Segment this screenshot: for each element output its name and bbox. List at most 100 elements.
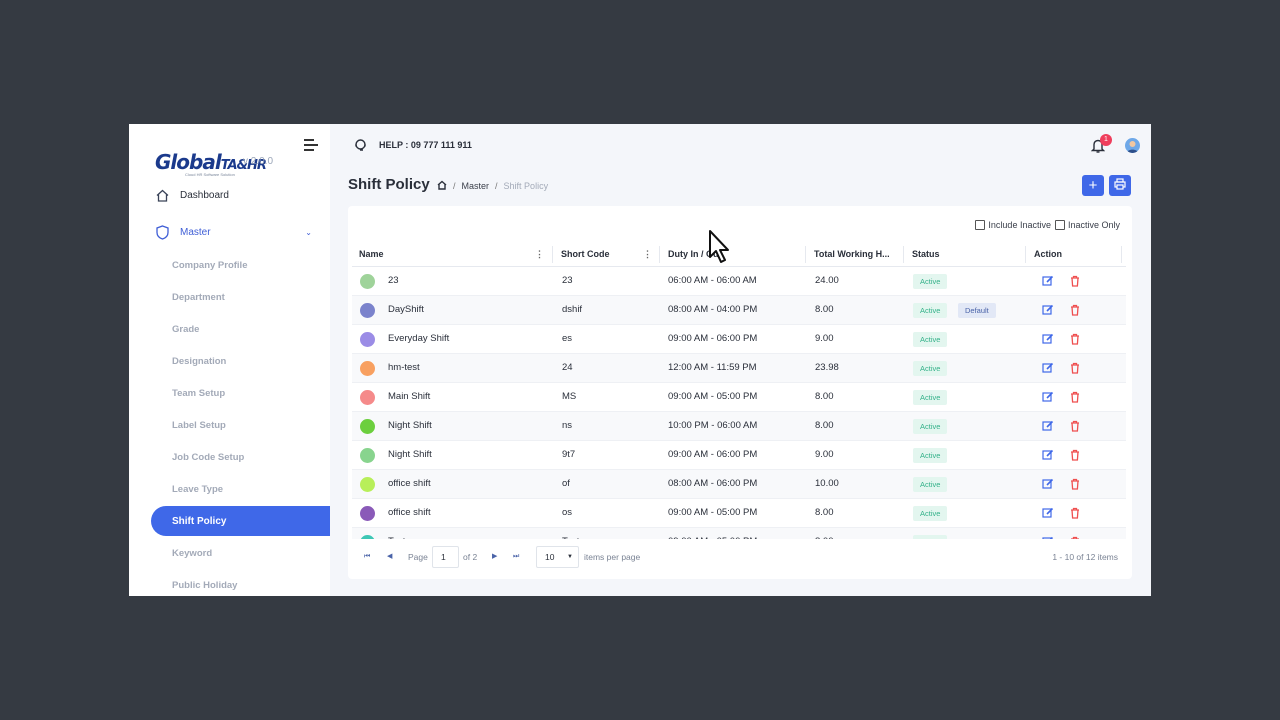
sidebar-item-leave-type[interactable]: Leave Type xyxy=(129,474,330,504)
shift-code: es xyxy=(562,333,573,344)
shift-color-swatch xyxy=(360,477,375,492)
shift-code: 9t7 xyxy=(562,449,576,460)
column-header-short-code[interactable]: Short Code ⋮ xyxy=(554,242,660,267)
status-badge: Active xyxy=(913,419,948,434)
table-row[interactable]: 23 23 06:00 AM - 06:00 AM 24.00 Active xyxy=(352,267,1126,296)
delete-icon[interactable] xyxy=(1069,391,1081,403)
delete-icon[interactable] xyxy=(1069,275,1081,287)
table-row[interactable]: Night Shift ns 10:00 PM - 06:00 AM 8.00 Acti… xyxy=(352,412,1126,441)
column-menu-icon[interactable]: ⋮ xyxy=(643,242,652,267)
column-header-duty[interactable]: Duty In / Out xyxy=(661,242,806,267)
edit-icon[interactable] xyxy=(1042,478,1054,490)
edit-icon[interactable] xyxy=(1042,507,1054,519)
edit-icon[interactable] xyxy=(1042,333,1054,345)
menu-toggle-icon[interactable] xyxy=(304,139,318,151)
table-row[interactable]: DayShift dshif 08:00 AM - 04:00 PM 8.00 Acti… xyxy=(352,296,1126,325)
page-total: of 2 xyxy=(463,552,478,562)
table-body: 23 23 06:00 AM - 06:00 AM 24.00 Active DayShi… xyxy=(352,267,1126,539)
edit-icon[interactable] xyxy=(1042,304,1054,316)
shift-name: Main Shift xyxy=(388,391,431,402)
last-page-icon[interactable]: ⏭ xyxy=(513,543,519,571)
column-menu-icon[interactable]: ⋮ xyxy=(535,242,544,267)
shift-name: office shift xyxy=(388,507,431,518)
table-row[interactable]: Night Shift 9t7 09:00 AM - 06:00 PM 9.00 Act… xyxy=(352,441,1126,470)
table-row[interactable]: office shift os 09:00 AM - 05:00 PM 8.00 Act… xyxy=(352,499,1126,528)
include-inactive-checkbox[interactable]: Include Inactive xyxy=(975,220,1051,230)
breadcrumb-master[interactable]: Master xyxy=(462,181,490,191)
shift-duty: 09:00 AM - 06:00 PM xyxy=(668,449,758,460)
edit-icon[interactable] xyxy=(1042,449,1054,461)
help-line: HELP : 09 777 111 911 xyxy=(354,138,472,151)
status-badge: Active xyxy=(913,477,948,492)
shift-duty: 06:00 AM - 06:00 AM xyxy=(668,275,757,286)
delete-icon[interactable] xyxy=(1069,449,1081,461)
sidebar-item-company-profile[interactable]: Company Profile xyxy=(129,250,330,280)
avatar[interactable] xyxy=(1125,138,1140,153)
edit-icon[interactable] xyxy=(1042,391,1054,403)
shift-code: MS xyxy=(562,391,577,402)
sidebar-item-shift-policy[interactable]: Shift Policy xyxy=(151,506,330,536)
shift-code: dshif xyxy=(562,304,583,315)
sidebar-item-department[interactable]: Department xyxy=(129,282,330,312)
table-row[interactable]: hm-test 24 12:00 AM - 11:59 PM 23.98 Active xyxy=(352,354,1126,383)
shift-color-swatch xyxy=(360,390,375,405)
page-size-select[interactable]: 10 ▼ xyxy=(536,546,579,568)
shift-color-swatch xyxy=(360,361,375,376)
edit-icon[interactable] xyxy=(1042,275,1054,287)
sidebar-item-public-holiday[interactable]: Public Holiday xyxy=(129,570,330,596)
table-row[interactable]: Everyday Shift es 09:00 AM - 06:00 PM 9.00 A… xyxy=(352,325,1126,354)
plus-icon: + xyxy=(1088,177,1098,194)
inactive-only-checkbox[interactable]: Inactive Only xyxy=(1054,220,1120,230)
shift-duty: 10:00 PM - 06:00 AM xyxy=(668,420,758,431)
delete-icon[interactable] xyxy=(1069,333,1081,345)
delete-icon[interactable] xyxy=(1069,420,1081,432)
next-page-icon[interactable]: ▶ xyxy=(492,543,497,571)
sidebar-item-label: Leave Type xyxy=(172,483,224,495)
shift-name: Night Shift xyxy=(388,449,432,460)
sidebar-item-keyword[interactable]: Keyword xyxy=(129,538,330,568)
sidebar-item-job-code-setup[interactable]: Job Code Setup xyxy=(129,442,330,472)
sidebar-item-designation[interactable]: Designation xyxy=(129,346,330,376)
sidebar-item-label-setup[interactable]: Label Setup xyxy=(129,410,330,440)
edit-icon[interactable] xyxy=(1042,420,1054,432)
sidebar-item-dashboard[interactable]: Dashboard xyxy=(129,180,330,210)
page-number-input[interactable]: 1 xyxy=(432,546,459,568)
sidebar-item-grade[interactable]: Grade xyxy=(129,314,330,344)
shift-color-swatch xyxy=(360,535,375,539)
shift-duty: 08:00 AM - 06:00 PM xyxy=(668,478,758,489)
prev-page-icon[interactable]: ◀ xyxy=(387,543,392,571)
shift-color-swatch xyxy=(360,419,375,434)
edit-icon[interactable] xyxy=(1042,536,1054,539)
sidebar-item-label: Dashboard xyxy=(180,189,229,201)
shift-hours: 8.00 xyxy=(815,420,834,431)
edit-icon[interactable] xyxy=(1042,362,1054,374)
delete-icon[interactable] xyxy=(1069,304,1081,316)
caret-down-icon: ▼ xyxy=(567,554,573,560)
shift-duty: 09:00 AM - 06:00 PM xyxy=(668,333,758,344)
delete-icon[interactable] xyxy=(1069,507,1081,519)
table-row[interactable]: Main Shift MS 09:00 AM - 05:00 PM 8.00 Activ… xyxy=(352,383,1126,412)
delete-icon[interactable] xyxy=(1069,362,1081,374)
print-icon xyxy=(1114,177,1126,194)
status-badge: Active xyxy=(913,332,948,347)
delete-icon[interactable] xyxy=(1069,478,1081,490)
chevron-down-icon: ⌄ xyxy=(305,227,312,237)
first-page-icon[interactable]: ⏮ xyxy=(364,543,370,571)
status-badge: Active xyxy=(913,274,948,289)
print-button[interactable] xyxy=(1109,175,1131,196)
home-icon[interactable] xyxy=(437,180,447,192)
shift-name: 23 xyxy=(388,275,399,286)
status-badge: Active xyxy=(913,361,948,376)
delete-icon[interactable] xyxy=(1069,536,1081,539)
column-header-status[interactable]: Status xyxy=(905,242,1025,267)
shift-name: office shift xyxy=(388,478,431,489)
table-row[interactable]: office shift of 08:00 AM - 06:00 PM 10.00 Ac… xyxy=(352,470,1126,499)
sidebar-item-master[interactable]: Master ⌄ xyxy=(129,217,330,247)
table-row[interactable]: Test Test 09:00 AM - 05:00 PM 8.00 Active xyxy=(352,528,1126,539)
sidebar-item-team-setup[interactable]: Team Setup xyxy=(129,378,330,408)
add-button[interactable]: + xyxy=(1082,175,1104,196)
column-header-total-hours[interactable]: Total Working H... xyxy=(807,242,903,267)
shift-hours: 9.00 xyxy=(815,333,834,344)
app-window: GlobalTA&HR Cloud HR Software Solution v… xyxy=(129,124,1151,596)
column-header-name[interactable]: Name ⋮ xyxy=(352,242,552,267)
